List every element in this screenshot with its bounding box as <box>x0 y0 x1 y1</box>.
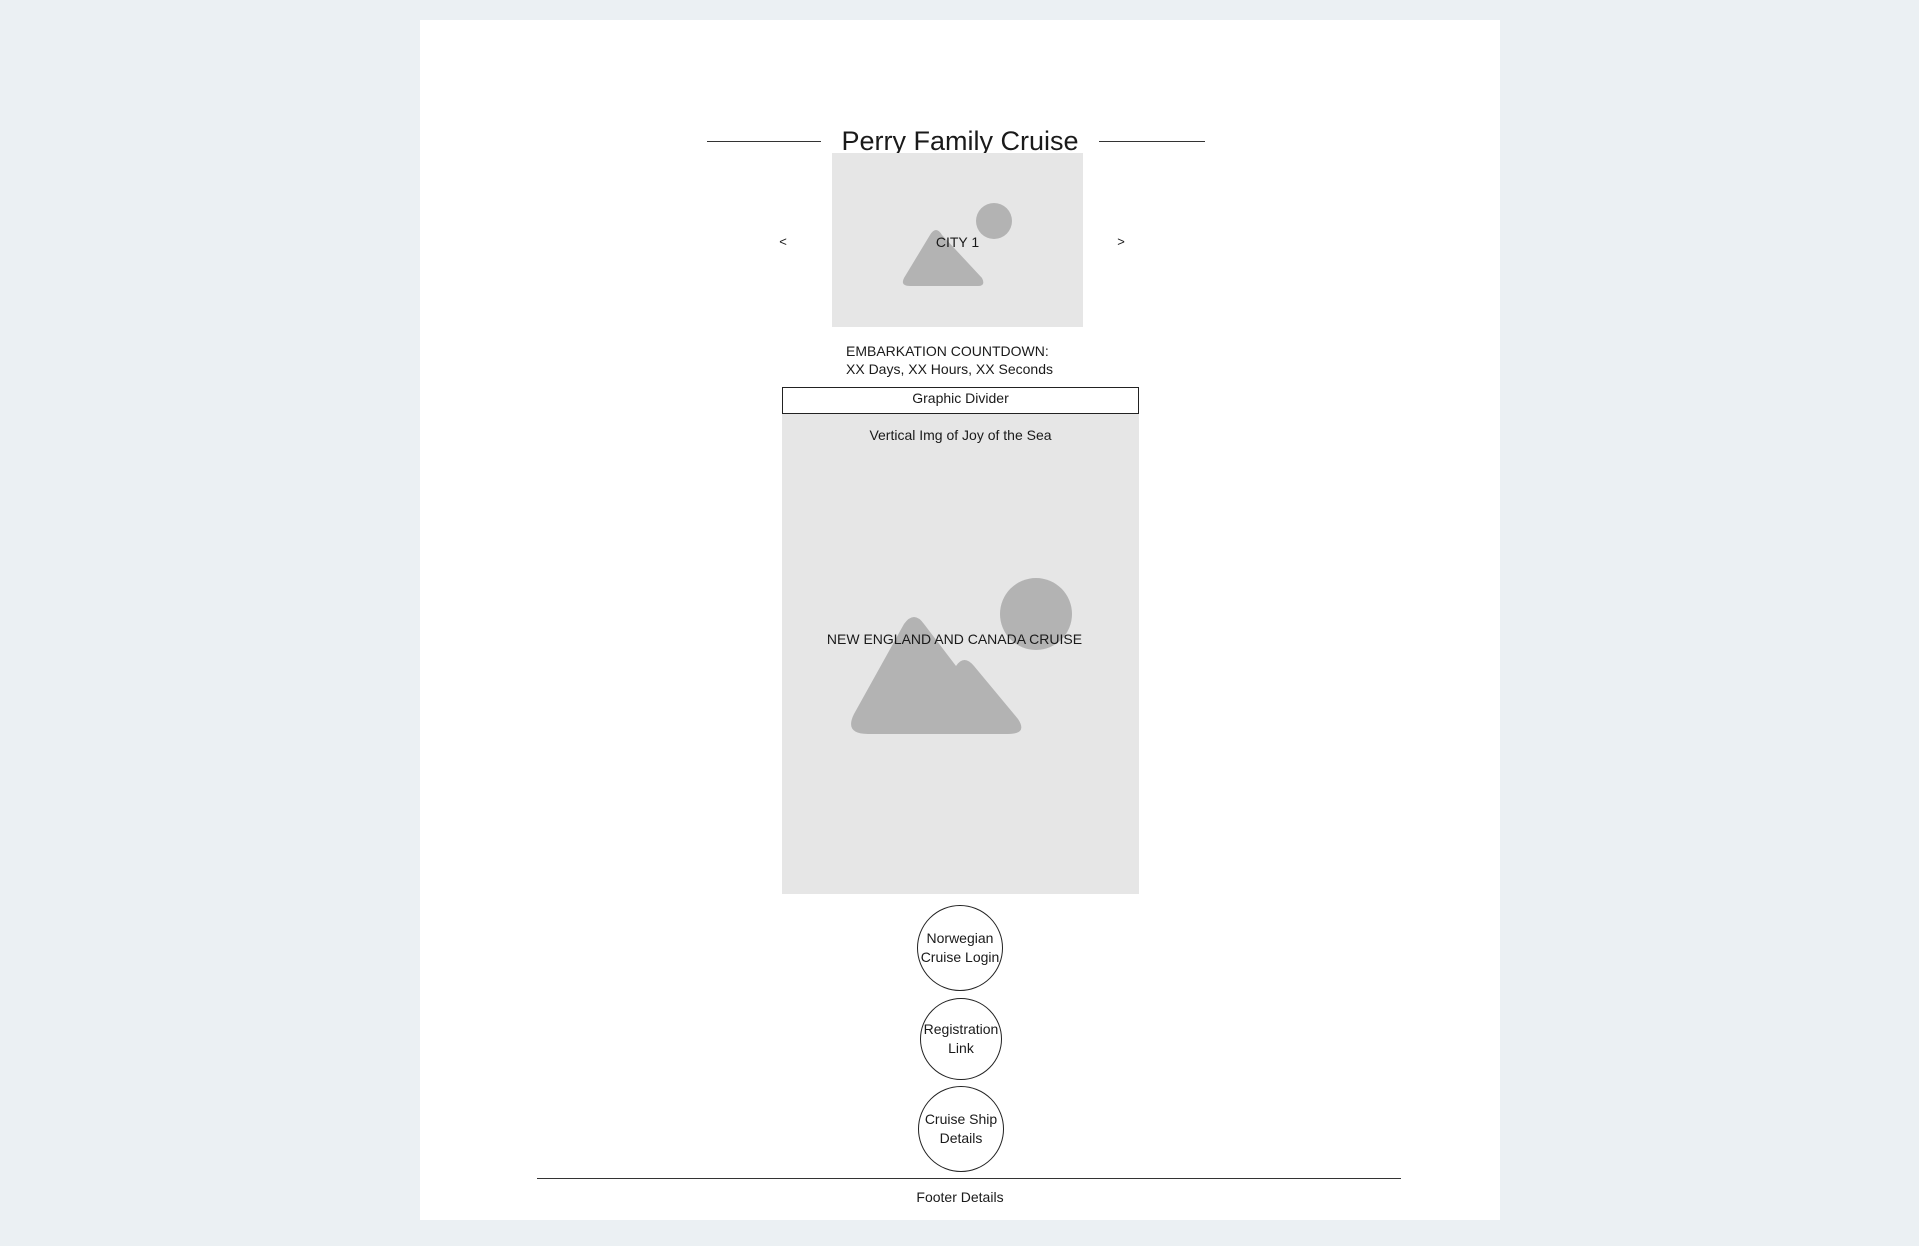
city-carousel-image[interactable]: CITY 1 <box>832 153 1083 327</box>
registration-line-2: Link <box>948 1040 974 1056</box>
graphic-divider: Graphic Divider <box>782 387 1139 414</box>
image-placeholder-icon <box>851 578 1072 734</box>
countdown-label: EMBARKATION COUNTDOWN: <box>846 343 1049 359</box>
norwegian-login-line-1: Norwegian <box>926 930 994 946</box>
ship-image-caption: Vertical Img of Joy of the Sea <box>869 427 1052 443</box>
ship-vertical-image: Vertical Img of Joy of the Sea NEW ENGLA… <box>782 414 1139 894</box>
carousel-next-button[interactable]: > <box>1111 234 1131 250</box>
cruise-ship-details-button[interactable]: Cruise Ship Details <box>918 1086 1004 1172</box>
ship-details-line-2: Details <box>939 1130 983 1146</box>
embarkation-countdown: EMBARKATION COUNTDOWN: XX Days, XX Hours… <box>846 342 1053 378</box>
footer-divider <box>537 1178 1401 1179</box>
norwegian-cruise-login-button[interactable]: Norwegian Cruise Login <box>917 905 1003 991</box>
registration-link-button[interactable]: Registration Link <box>920 998 1002 1080</box>
ship-details-line-1: Cruise Ship <box>924 1111 998 1127</box>
wireframe-canvas: Perry Family Cruise CITY 1 < > EMBARKATI… <box>420 20 1500 1220</box>
countdown-value: XX Days, XX Hours, XX Seconds <box>846 361 1053 377</box>
cruise-name-label: NEW ENGLAND AND CANADA CRUISE <box>826 631 1083 647</box>
footer-details: Footer Details <box>916 1189 1004 1205</box>
carousel-prev-button[interactable]: < <box>773 234 793 250</box>
registration-line-1: Registration <box>923 1021 999 1037</box>
norwegian-login-line-2: Cruise Login <box>920 949 1000 965</box>
carousel-slide-label: CITY 1 <box>935 234 980 250</box>
